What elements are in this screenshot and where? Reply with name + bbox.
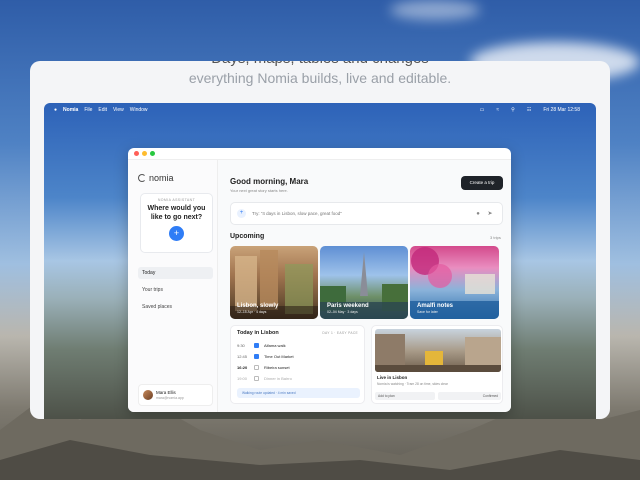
menu-file[interactable]: File bbox=[84, 107, 92, 113]
item-name: Alfama walk bbox=[264, 343, 286, 348]
headline-line2: everything Nomia builds, live and editab… bbox=[188, 70, 452, 86]
item-time: 9:30 bbox=[237, 343, 245, 348]
item-time: 12:45 bbox=[237, 354, 248, 359]
item-name: Dinner in Bairro bbox=[264, 376, 292, 381]
today-title: Today in Lisbon bbox=[237, 330, 279, 336]
live-image bbox=[375, 329, 501, 372]
list-item[interactable]: 12:45 Time Out Market bbox=[237, 354, 357, 359]
main-content: Good morning, Mara Your next great story… bbox=[218, 160, 511, 412]
sidebar-item-saved-places[interactable]: Saved places bbox=[138, 301, 213, 313]
apple-icon[interactable]: ● bbox=[54, 107, 57, 113]
minimize-window-button[interactable] bbox=[142, 151, 147, 156]
greeting-subtitle: Your next great story starts here. bbox=[230, 188, 288, 193]
item-checkbox[interactable] bbox=[254, 343, 259, 348]
prompt-input[interactable] bbox=[252, 211, 472, 216]
user-profile[interactable]: Mara Ellis mara@nomia.app bbox=[138, 384, 213, 406]
create-trip-button[interactable]: Create a trip bbox=[461, 176, 503, 190]
live-subtitle: Nomia is watching · Tram 28 on time, ski… bbox=[377, 382, 448, 386]
menu-clock[interactable]: Fri 28 Mar 12:58 bbox=[543, 107, 580, 113]
assistant-question: Where would you like to go next? bbox=[147, 205, 206, 221]
sidebar: nomia NOMIA ASSISTANT Where would you li… bbox=[128, 160, 218, 412]
item-checkbox[interactable] bbox=[254, 365, 259, 370]
item-name: Ribeira sunset bbox=[264, 365, 290, 370]
menu-bar: ● Nomia File Edit View Window ▭ ≈ ⚲ ☷ Fr… bbox=[44, 103, 596, 117]
prompt-bar: + ● ➤ bbox=[230, 202, 503, 225]
close-window-button[interactable] bbox=[134, 151, 139, 156]
menu-window[interactable]: Window bbox=[130, 107, 148, 113]
sidebar-item-today[interactable]: Today bbox=[138, 267, 213, 279]
item-time: 16:20 bbox=[237, 365, 248, 370]
menu-view[interactable]: View bbox=[113, 107, 124, 113]
today-card: Today in Lisbon DAY 1 · EASY PACE 9:30 A… bbox=[230, 325, 365, 404]
battery-icon[interactable]: ▭ bbox=[480, 107, 485, 113]
background-cloud bbox=[390, 0, 480, 20]
showcase-card: ● Nomia File Edit View Window ▭ ≈ ⚲ ☷ Fr… bbox=[30, 61, 610, 419]
title-bar bbox=[128, 148, 511, 160]
upcoming-count[interactable]: 3 trips bbox=[490, 235, 501, 240]
item-name: Time Out Market bbox=[264, 354, 294, 359]
live-card: Live in Lisbon Nomia is watching · Tram … bbox=[371, 325, 503, 404]
list-item[interactable]: 9:30 Alfama walk bbox=[237, 343, 357, 348]
item-checkbox[interactable] bbox=[254, 376, 259, 381]
new-chat-plus-button[interactable]: + bbox=[169, 226, 184, 241]
trip-date: 12–15 Apr · 4 days bbox=[237, 310, 267, 314]
logo-text: nomia bbox=[149, 173, 174, 183]
control-center-icon[interactable]: ☷ bbox=[527, 107, 531, 113]
upcoming-title: Upcoming bbox=[230, 233, 265, 240]
add-to-plan-button[interactable]: Add to plan bbox=[375, 392, 435, 400]
trip-name: Amalfi notes bbox=[417, 303, 454, 309]
tram-street-image bbox=[375, 334, 501, 372]
trip-name: Paris weekend bbox=[327, 303, 369, 309]
list-item[interactable]: 19:00 Dinner in Bairro bbox=[237, 376, 357, 381]
user-email: mara@nomia.app bbox=[156, 396, 184, 400]
list-item[interactable]: 16:20 Ribeira sunset bbox=[237, 365, 357, 370]
trip-name: Lisbon, slowly bbox=[237, 303, 279, 309]
attach-plus-icon[interactable]: + bbox=[237, 209, 246, 218]
wifi-icon[interactable]: ≈ bbox=[496, 107, 499, 113]
confirmed-status[interactable]: Confirmed bbox=[438, 392, 501, 400]
microphone-icon[interactable]: ● bbox=[472, 211, 484, 217]
avatar bbox=[143, 390, 153, 400]
item-time: 19:00 bbox=[237, 376, 248, 381]
zoom-window-button[interactable] bbox=[150, 151, 155, 156]
assistant-label: NOMIA ASSISTANT bbox=[157, 198, 196, 202]
send-icon[interactable]: ➤ bbox=[484, 210, 496, 217]
trip-card-paris[interactable]: Paris weekend 02–04 May · 3 days bbox=[320, 246, 408, 319]
sidebar-item-your-trips[interactable]: Your trips bbox=[138, 284, 213, 296]
live-title: Live in Lisbon bbox=[377, 375, 408, 380]
assistant-card: NOMIA ASSISTANT Where would you like to … bbox=[140, 193, 213, 253]
trip-card-lisbon[interactable]: Lisbon, slowly 12–15 Apr · 4 days bbox=[230, 246, 318, 319]
desktop: ● Nomia File Edit View Window ▭ ≈ ⚲ ☷ Fr… bbox=[44, 103, 596, 419]
app-window: nomia NOMIA ASSISTANT Where would you li… bbox=[128, 148, 511, 412]
logo-icon bbox=[138, 174, 146, 182]
route-update-banner: Walking route updated · 4 min saved bbox=[237, 388, 360, 398]
trip-card-amalfi[interactable]: Amalfi notes Save for later bbox=[410, 246, 499, 319]
search-icon[interactable]: ⚲ bbox=[511, 107, 515, 113]
app-logo: nomia bbox=[138, 173, 174, 183]
menu-edit[interactable]: Edit bbox=[98, 107, 107, 113]
greeting: Good morning, Mara bbox=[230, 177, 309, 186]
today-day-label: DAY 1 · EASY PACE bbox=[322, 331, 358, 335]
trip-date: Save for later bbox=[417, 310, 438, 314]
trip-date: 02–04 May · 3 days bbox=[327, 310, 358, 314]
menu-app-name[interactable]: Nomia bbox=[63, 107, 78, 113]
item-checkbox[interactable] bbox=[254, 354, 259, 359]
